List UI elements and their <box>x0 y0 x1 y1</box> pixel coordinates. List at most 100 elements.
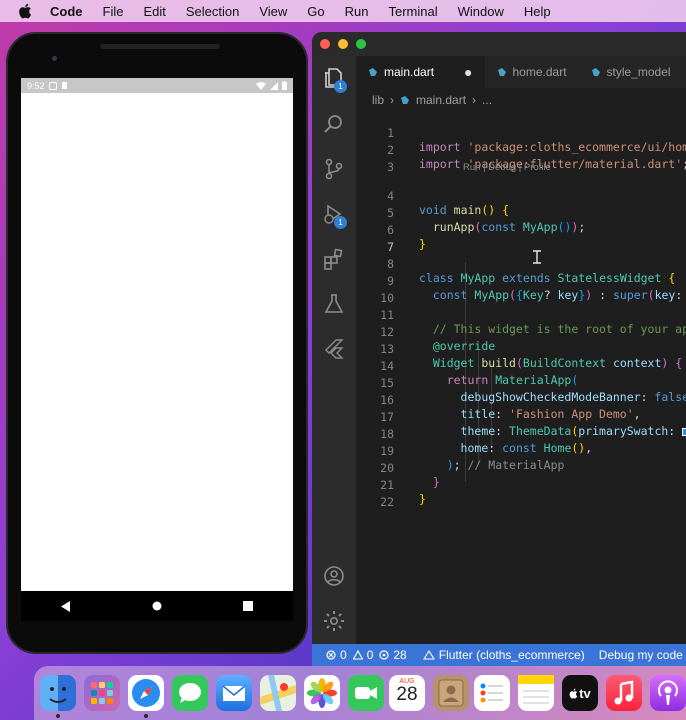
notification-icon <box>48 81 57 90</box>
phone-camera <box>52 56 57 61</box>
minimize-window-button[interactable] <box>338 39 348 49</box>
code-line: 16 title: 'Fashion App Demo', <box>380 393 641 421</box>
maps-icon[interactable] <box>260 675 296 711</box>
android-nav-bar <box>21 591 293 621</box>
launchpad-icon[interactable] <box>84 675 120 711</box>
code-line: 20 } <box>380 461 440 489</box>
codelens-run-debug[interactable]: Run | Debug | Profile <box>463 162 551 173</box>
code-line: 4 void main() { <box>387 189 510 217</box>
maximize-window-button[interactable] <box>356 39 366 49</box>
menu-edit[interactable]: Edit <box>143 4 165 19</box>
apple-tv-icon[interactable]: tv <box>562 675 598 711</box>
reminders-icon[interactable] <box>474 675 510 711</box>
mac-dock: AUG 28 tv <box>34 666 686 720</box>
android-status-bar: 9:52 <box>21 78 293 93</box>
apple-icon[interactable] <box>18 3 32 19</box>
android-emulator: 9:52 <box>6 32 308 654</box>
code-line: 3 <box>387 160 394 174</box>
code-line: 10 <box>380 291 394 305</box>
explorer-badge: 1 <box>334 80 347 93</box>
source-control-icon[interactable] <box>322 157 346 181</box>
chevron-right-icon: › <box>390 93 395 107</box>
ports-icon[interactable] <box>379 650 389 660</box>
warning-icon[interactable] <box>352 650 363 660</box>
apple-logo-icon <box>569 688 578 699</box>
code-editor[interactable]: 1 import 'package:cloths_ecommerce/ui/ho… <box>356 110 686 644</box>
tab-home-dart[interactable]: home.dart <box>485 56 579 88</box>
menu-selection[interactable]: Selection <box>186 4 239 19</box>
search-icon[interactable] <box>322 112 346 136</box>
facetime-icon[interactable] <box>348 675 384 711</box>
tv-label: tv <box>579 685 591 701</box>
testing-flask-icon[interactable] <box>322 292 346 316</box>
notes-icon[interactable] <box>518 675 554 711</box>
tab-label: main.dart <box>384 65 435 79</box>
messages-icon[interactable] <box>172 675 208 711</box>
photos-icon[interactable] <box>304 675 340 711</box>
extensions-icon[interactable] <box>322 247 346 271</box>
code-line: 18 home: const Home(), <box>380 427 593 455</box>
code-line: 19 ); // MaterialApp <box>380 444 565 472</box>
flutter-project-status[interactable]: Flutter (cloths_ecommerce) <box>439 648 585 662</box>
tab-label: home.dart <box>512 65 567 79</box>
code-line: 13 Widget build(BuildContext context) { <box>380 342 683 370</box>
safari-icon[interactable] <box>128 675 164 711</box>
menu-help[interactable]: Help <box>524 4 551 19</box>
breadcrumb-file[interactable]: main.dart <box>416 93 466 107</box>
chevron-right-icon: › <box>472 93 477 107</box>
code-line: 22 <box>380 495 394 509</box>
music-icon[interactable] <box>606 675 642 711</box>
dart-file-icon <box>369 68 377 76</box>
ports-count[interactable]: 28 <box>393 648 406 662</box>
menu-app-name[interactable]: Code <box>50 4 83 19</box>
close-window-button[interactable] <box>320 39 330 49</box>
menu-run[interactable]: Run <box>345 4 369 19</box>
dart-file-icon <box>497 68 506 76</box>
tab-style-model[interactable]: style_model <box>579 56 683 88</box>
debug-config-status[interactable]: Debug my code <box>599 648 683 662</box>
warning-count[interactable]: 0 <box>367 648 374 662</box>
breadcrumb-folder[interactable]: lib <box>372 93 384 107</box>
sim-icon <box>61 82 67 89</box>
menu-go[interactable]: Go <box>307 4 324 19</box>
mail-icon[interactable] <box>216 675 252 711</box>
menu-window[interactable]: Window <box>458 4 504 19</box>
code-line: 8 class MyApp extends StatelessWidget { <box>387 257 676 285</box>
code-line: 9 const MyApp({Key? key}) : super(key: k <box>387 274 683 302</box>
vscode-window: 1 1 main.dart ● home.dart style_model li… <box>312 32 686 666</box>
accounts-icon[interactable] <box>322 564 346 588</box>
code-line: 14 return MaterialApp( <box>380 359 579 387</box>
menu-view[interactable]: View <box>259 4 287 19</box>
manage-gear-icon[interactable] <box>322 609 346 633</box>
contacts-icon[interactable] <box>433 675 469 711</box>
dart-file-icon <box>401 96 410 104</box>
code-line: 12 @override <box>380 325 496 353</box>
emulator-screen[interactable]: 9:52 <box>21 78 293 618</box>
flutter-sdk-icon[interactable] <box>422 650 435 660</box>
finder-icon[interactable] <box>40 675 76 711</box>
menu-file[interactable]: File <box>103 4 124 19</box>
error-count[interactable]: 0 <box>340 648 347 662</box>
unsaved-dot-icon[interactable]: ● <box>464 64 472 80</box>
debug-badge: 1 <box>334 216 347 229</box>
text-cursor-icon <box>533 250 541 264</box>
code-line: 11 // This widget is the root of your ap… <box>380 308 686 336</box>
calendar-icon[interactable]: AUG 28 <box>389 675 425 711</box>
tab-main-dart[interactable]: main.dart ● <box>356 56 485 88</box>
tab-label: style_model <box>606 65 671 79</box>
mac-menubar: Code File Edit Selection View Go Run Ter… <box>0 0 686 22</box>
dart-file-icon <box>591 68 600 76</box>
flutter-icon[interactable] <box>322 337 346 361</box>
breadcrumb: lib › main.dart › ... <box>372 91 492 109</box>
code-line: 6 } <box>387 223 426 251</box>
home-circle-icon[interactable] <box>152 601 162 611</box>
error-icon[interactable] <box>326 650 336 660</box>
menu-terminal[interactable]: Terminal <box>389 4 438 19</box>
window-titlebar <box>312 32 686 56</box>
back-icon[interactable] <box>61 600 71 612</box>
status-time: 9:52 <box>27 80 45 91</box>
podcasts-icon[interactable] <box>650 675 686 711</box>
breadcrumb-symbol[interactable]: ... <box>482 93 492 107</box>
recents-icon[interactable] <box>242 601 253 611</box>
phone-speaker <box>100 44 220 49</box>
